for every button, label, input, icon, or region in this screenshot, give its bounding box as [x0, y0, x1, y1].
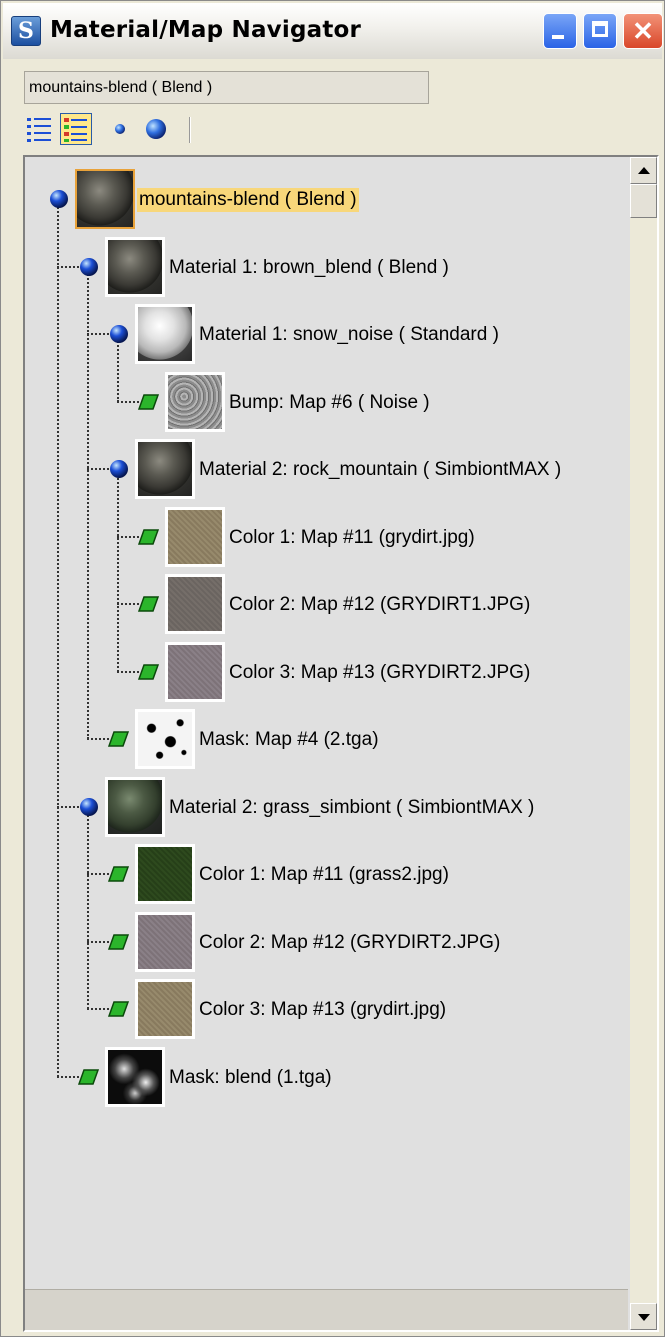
- arrow-down-icon: [638, 1314, 650, 1321]
- close-icon: ✕: [632, 16, 654, 46]
- tree-item-label: Color 2: Map #12 (GRYDIRT1.JPG): [229, 594, 531, 615]
- material-node[interactable]: mountains-blend ( Blend ): [25, 169, 625, 239]
- map-node[interactable]: Mask: blend (1.tga): [25, 1046, 625, 1117]
- map-node[interactable]: Color 2: Map #12 (GRYDIRT1.JPG): [25, 574, 625, 644]
- map-node[interactable]: Mask: Map #4 (2.tga): [25, 709, 625, 779]
- map-parallelogram-icon: [138, 393, 160, 410]
- toolbar-separator: [189, 117, 191, 143]
- map-parallelogram-icon: [78, 1068, 100, 1085]
- map-parallelogram-icon: [108, 933, 130, 950]
- material-sphere-icon: [50, 190, 68, 208]
- map-parallelogram-icon: [138, 596, 160, 612]
- tree-item-label: mountains-blend ( Blend ): [137, 188, 359, 212]
- material-swatch[interactable]: [135, 911, 195, 972]
- material-map-navigator-window: S Material/Map Navigator ✕ mountains-ble…: [0, 0, 665, 1337]
- material-swatch[interactable]: [105, 236, 165, 297]
- material-node[interactable]: Material 1: brown_blend ( Blend ): [25, 236, 625, 307]
- material-swatch[interactable]: [165, 506, 225, 567]
- tree-item-label: Color 3: Map #13 (GRYDIRT2.JPG): [229, 661, 531, 683]
- maximize-button[interactable]: [583, 13, 617, 49]
- material-sphere-icon: [110, 325, 128, 343]
- tree-item-label: Mask: blend (1.tga): [169, 1066, 332, 1088]
- window-title: Material/Map Navigator: [50, 17, 362, 43]
- material-swatch[interactable]: [105, 1046, 165, 1107]
- scroll-thumb[interactable]: [630, 184, 657, 218]
- title-bar[interactable]: S Material/Map Navigator ✕: [3, 3, 663, 59]
- material-tree[interactable]: mountains-blend ( Blend ) Material 1: bro…: [25, 157, 628, 1330]
- vertical-scrollbar[interactable]: [630, 157, 657, 1330]
- material-sphere-icon: [80, 257, 98, 276]
- view-list-button[interactable]: [24, 113, 56, 145]
- material-swatch[interactable]: [135, 439, 195, 499]
- material-swatch[interactable]: [165, 641, 225, 702]
- material-sphere-icon: [110, 460, 128, 478]
- material-swatch[interactable]: [135, 304, 195, 364]
- tree-item-label: Material 2: grass_simbiont ( SimbiontMAX…: [169, 796, 535, 818]
- maximize-icon: [592, 21, 608, 37]
- tree-item-label: Material 1: snow_noise ( Standard ): [199, 324, 499, 345]
- material-swatch[interactable]: [105, 776, 165, 837]
- map-parallelogram-icon: [138, 528, 160, 545]
- map-node[interactable]: Color 1: Map #11 (grass2.jpg): [25, 844, 625, 914]
- material-sphere-icon: [80, 797, 98, 816]
- arrow-up-icon: [638, 167, 650, 174]
- map-node[interactable]: Color 1: Map #11 (grydirt.jpg): [25, 506, 625, 577]
- view-large-icons-button[interactable]: [140, 113, 172, 145]
- tree-item-label: Color 2: Map #12 (GRYDIRT2.JPG): [199, 931, 501, 953]
- view-list-icons-button[interactable]: [60, 113, 92, 145]
- map-node[interactable]: Bump: Map #6 ( Noise ): [25, 371, 625, 442]
- material-name-field[interactable]: mountains-blend ( Blend ): [24, 71, 429, 104]
- material-swatch[interactable]: [165, 371, 225, 432]
- list-icon: [27, 118, 51, 142]
- view-small-icons-button[interactable]: [104, 113, 136, 145]
- material-swatch[interactable]: [165, 574, 225, 634]
- tree-panel: mountains-blend ( Blend ) Material 1: bro…: [23, 155, 659, 1332]
- material-swatch[interactable]: [135, 979, 195, 1039]
- map-node[interactable]: Color 2: Map #12 (GRYDIRT2.JPG): [25, 911, 625, 982]
- map-parallelogram-icon: [138, 663, 160, 680]
- large-sphere-icon: [146, 119, 166, 139]
- close-button[interactable]: ✕: [623, 13, 663, 49]
- tree-item-label: Material 2: rock_mountain ( SimbiontMAX …: [199, 459, 562, 480]
- tree-item-label: Bump: Map #6 ( Noise ): [229, 391, 430, 413]
- tree-item-label: Color 1: Map #11 (grydirt.jpg): [229, 526, 475, 548]
- tree-item-label: Mask: Map #4 (2.tga): [199, 729, 379, 750]
- tree-item-label: Color 1: Map #11 (grass2.jpg): [199, 864, 449, 885]
- map-node[interactable]: Color 3: Map #13 (grydirt.jpg): [25, 979, 625, 1049]
- map-parallelogram-icon: [108, 731, 130, 747]
- status-bar: [25, 1289, 628, 1330]
- minimize-button[interactable]: [543, 13, 577, 49]
- map-node[interactable]: Color 3: Map #13 (GRYDIRT2.JPG): [25, 641, 625, 712]
- tree-item-label: Material 1: brown_blend ( Blend ): [169, 256, 449, 278]
- material-node[interactable]: Material 2: grass_simbiont ( SimbiontMAX…: [25, 776, 625, 847]
- material-node[interactable]: Material 1: snow_noise ( Standard ): [25, 304, 625, 374]
- minimize-icon: [552, 35, 564, 39]
- small-sphere-icon: [115, 124, 125, 134]
- map-parallelogram-icon: [108, 1001, 130, 1017]
- material-swatch[interactable]: [135, 709, 195, 769]
- material-swatch[interactable]: [135, 844, 195, 904]
- material-node[interactable]: Material 2: rock_mountain ( SimbiontMAX …: [25, 439, 625, 509]
- material-swatch[interactable]: [75, 169, 135, 229]
- map-parallelogram-icon: [108, 866, 130, 882]
- view-toolbar: [24, 113, 224, 147]
- scroll-up-button[interactable]: [630, 157, 657, 184]
- tree-item-label: Color 3: Map #13 (grydirt.jpg): [199, 999, 447, 1020]
- list-icons-icon: [64, 118, 87, 142]
- scroll-down-button[interactable]: [630, 1303, 657, 1330]
- app-logo-icon[interactable]: S: [11, 16, 41, 46]
